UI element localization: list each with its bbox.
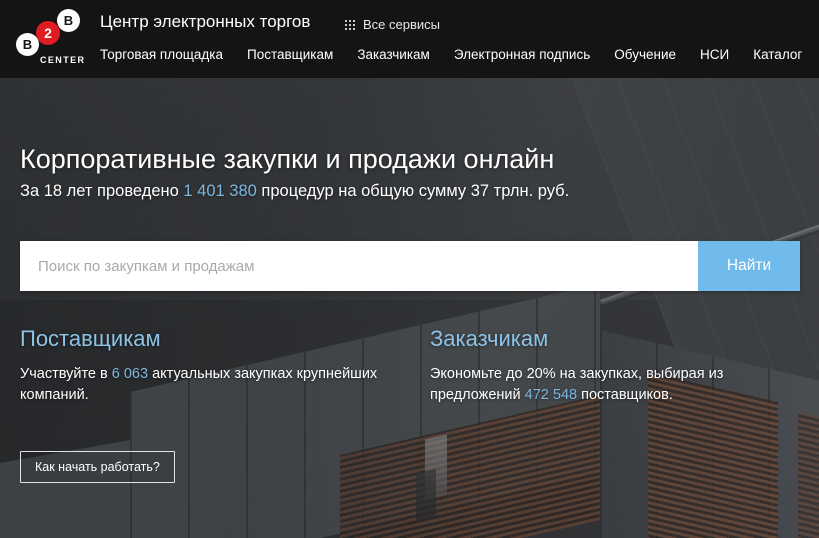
hero-subtitle: За 18 лет проведено 1 401 380 процедур н… [20,182,569,201]
logo-wordmark: CENTER [40,55,86,65]
customers-heading[interactable]: Заказчикам [430,326,800,352]
suppliers-heading[interactable]: Поставщикам [20,326,390,352]
how-to-start-button[interactable]: Как начать работать? [20,451,175,483]
suppliers-column: Поставщикам Участвуйте в 6 063 актуальны… [20,326,390,406]
search-submit-button[interactable]: Найти [698,241,800,291]
nav-item-training[interactable]: Обучение [614,47,676,62]
customers-count: 472 548 [524,387,578,404]
customers-column: Заказчикам Экономьте до 20% на закупках,… [430,326,800,406]
nav-item-catalog[interactable]: Каталог [753,47,802,62]
hero-subtitle-suffix: процедур на общую сумму 37 трлн. руб. [256,182,570,200]
search-bar: Найти [20,241,800,291]
nav-item-marketplace[interactable]: Торговая площадка [100,47,223,62]
logo-two-icon: 2 [36,21,60,45]
hero-subtitle-prefix: За 18 лет проведено [20,182,184,200]
site-title: Центр электронных торгов [100,12,311,31]
logo-b-bottom-icon: B [16,33,39,56]
all-services-button[interactable]: Все сервисы [345,17,440,32]
main-navigation: Торговая площадка Поставщикам Заказчикам… [100,47,802,62]
suppliers-count: 6 063 [111,366,149,382]
nav-item-customers[interactable]: Заказчикам [357,47,430,62]
customers-text-suffix: поставщиков. [577,387,673,404]
suppliers-description: Участвуйте в 6 063 актуальных закупках к… [20,364,390,406]
nav-item-suppliers[interactable]: Поставщикам [247,47,333,62]
customers-description: Экономьте до 20% на закупках, выбирая из… [430,364,800,406]
suppliers-text-prefix: Участвуйте в [20,366,112,382]
hero-section: Корпоративные закупки и продажи онлайн З… [0,78,819,538]
search-input[interactable] [20,241,698,291]
site-header: B 2 B CENTER Центр электронных торгов Вс… [0,0,819,78]
grid-dots-icon [345,19,355,30]
nav-item-electronic-signature[interactable]: Электронная подпись [454,47,590,62]
logo-b-top-icon: B [57,9,80,32]
page-root: B 2 B CENTER Центр электронных торгов Вс… [0,0,819,538]
page-title: Корпоративные закупки и продажи онлайн [20,144,555,174]
hero-subtitle-count: 1 401 380 [183,182,257,200]
nav-item-nsi[interactable]: НСИ [700,47,729,62]
all-services-label: Все сервисы [363,17,440,32]
site-logo[interactable]: B 2 B CENTER [13,7,91,65]
